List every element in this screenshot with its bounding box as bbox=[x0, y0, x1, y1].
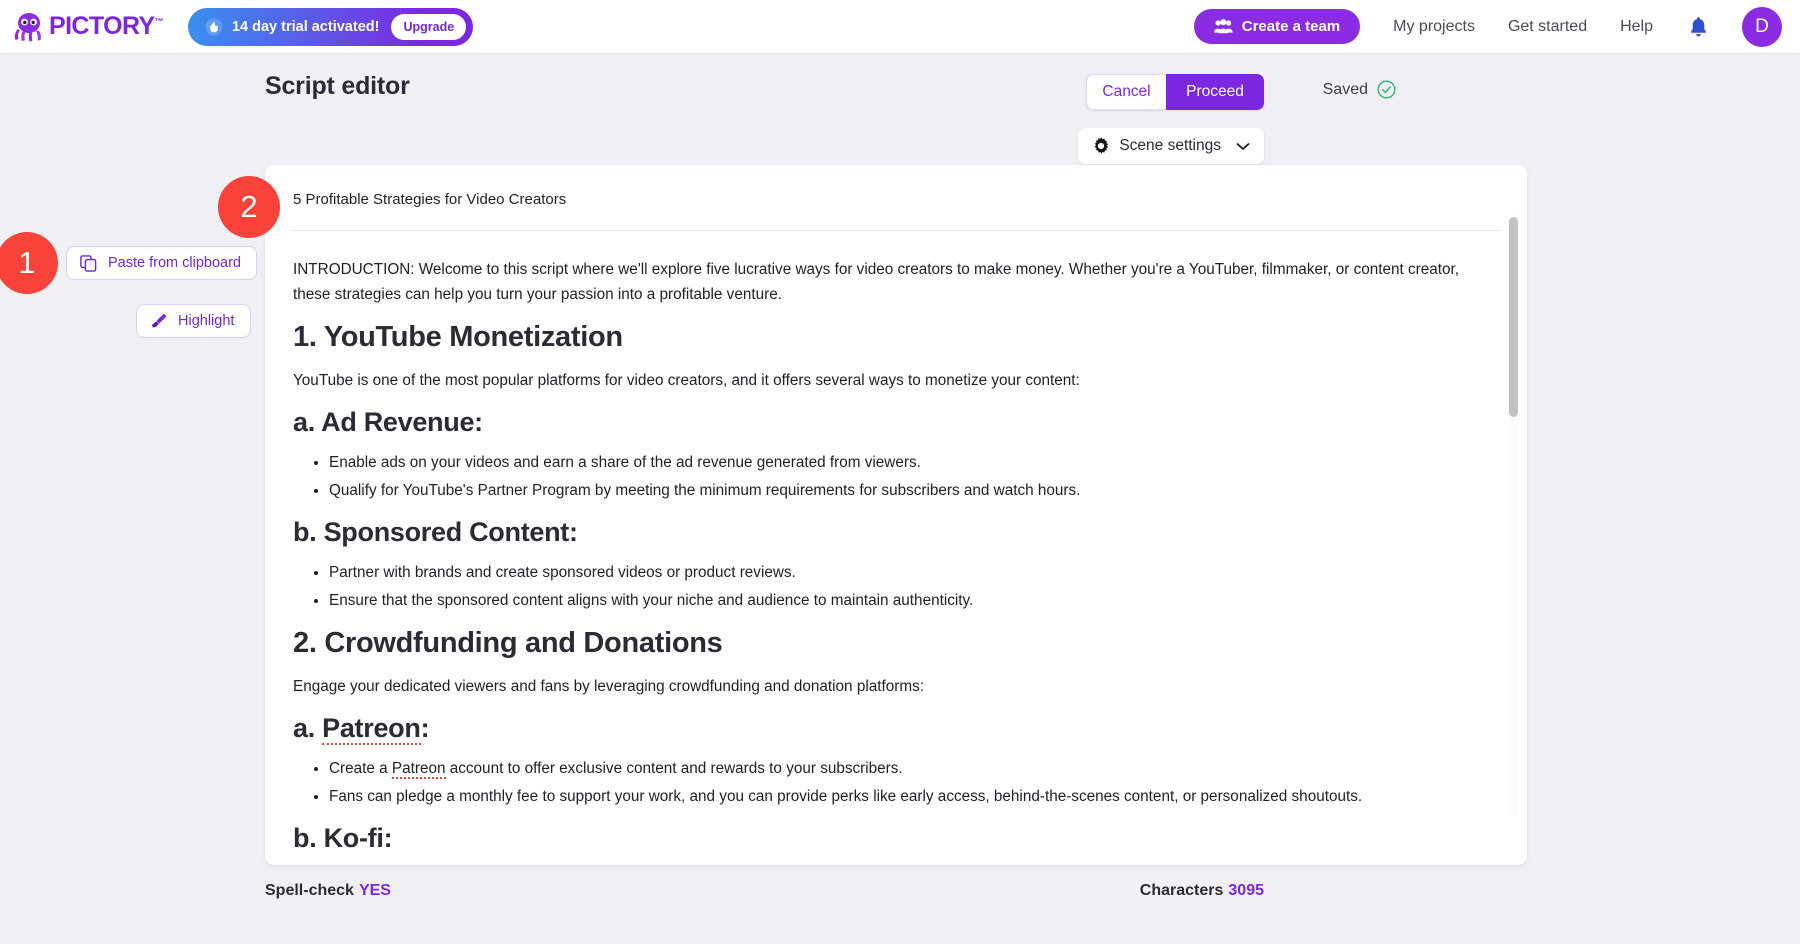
heading-crowdfunding: 2. Crowdfunding and Donations bbox=[293, 627, 1467, 660]
scene-settings-label: Scene settings bbox=[1119, 137, 1221, 155]
list-item: Create a Patreon account to offer exclus… bbox=[329, 756, 1467, 781]
upgrade-button[interactable]: Upgrade bbox=[391, 14, 466, 40]
script-editor-card: 5 Profitable Strategies for Video Creato… bbox=[265, 165, 1527, 865]
script-title[interactable]: 5 Profitable Strategies for Video Creato… bbox=[265, 165, 1527, 208]
saved-label: Saved bbox=[1323, 81, 1368, 99]
team-group-icon bbox=[1214, 19, 1233, 34]
list-item: Fans can pledge a monthly fee to support… bbox=[329, 784, 1467, 809]
scrollbar-thumb[interactable] bbox=[1509, 217, 1518, 417]
trial-banner: 14 day trial activated! Upgrade bbox=[188, 8, 473, 46]
nav-link-my-projects[interactable]: My projects bbox=[1393, 18, 1475, 36]
spellcheck-label: Spell-check bbox=[265, 882, 354, 899]
heading-youtube-monetization: 1. YouTube Monetization bbox=[293, 321, 1467, 354]
copy-icon bbox=[80, 255, 97, 272]
patreon-item-prefix: Create a bbox=[329, 760, 392, 777]
top-navigation-bar: PICTORY™ 14 day trial activated! Upgrade bbox=[0, 0, 1800, 54]
create-a-team-label: Create a team bbox=[1242, 18, 1340, 35]
heading-kofi: b. Ko-fi: bbox=[293, 823, 1467, 854]
heading-patreon-prefix: a. bbox=[293, 713, 322, 743]
characters-label: Characters bbox=[1140, 882, 1224, 899]
cancel-button[interactable]: Cancel bbox=[1086, 74, 1166, 110]
paragraph-youtube: YouTube is one of the most popular platf… bbox=[293, 368, 1467, 393]
page-title: Script editor bbox=[265, 72, 410, 101]
nav-link-get-started[interactable]: Get started bbox=[1508, 18, 1587, 36]
list-item: Ensure that the sponsored content aligns… bbox=[329, 588, 1467, 613]
characters-value: 3095 bbox=[1228, 882, 1264, 899]
heading-sponsored-content: b. Sponsored Content: bbox=[293, 517, 1467, 548]
paste-from-clipboard-label: Paste from clipboard bbox=[108, 255, 241, 271]
list-item: Partner with brands and create sponsored… bbox=[329, 560, 1467, 585]
paste-from-clipboard-button[interactable]: Paste from clipboard bbox=[66, 246, 257, 280]
list-sponsored: Partner with brands and create sponsored… bbox=[293, 560, 1467, 613]
scene-settings-dropdown[interactable]: Scene settings bbox=[1078, 128, 1264, 164]
list-patreon: Create a Patreon account to offer exclus… bbox=[293, 756, 1467, 809]
spellcheck-value[interactable]: YES bbox=[359, 882, 391, 899]
heading-patreon: a. Patreon: bbox=[293, 713, 1467, 744]
pictory-logo[interactable]: PICTORY™ bbox=[12, 12, 163, 42]
list-ad-revenue: Enable ads on your videos and earn a sha… bbox=[293, 450, 1467, 503]
saved-status: Saved bbox=[1323, 80, 1396, 99]
chevron-down-icon bbox=[1236, 142, 1250, 151]
fire-icon bbox=[205, 18, 223, 36]
step-badge-2: 2 bbox=[218, 176, 280, 238]
highlighter-icon bbox=[150, 312, 168, 330]
nav-link-help[interactable]: Help bbox=[1620, 18, 1653, 36]
intro-paragraph: INTRODUCTION: Welcome to this script whe… bbox=[293, 257, 1467, 307]
user-avatar[interactable]: D bbox=[1742, 7, 1782, 47]
check-circle-icon bbox=[1377, 80, 1396, 99]
bell-icon[interactable] bbox=[1689, 16, 1708, 37]
paragraph-crowdfunding: Engage your dedicated viewers and fans b… bbox=[293, 674, 1467, 699]
spellcheck-status[interactable]: Spell-check YES bbox=[265, 882, 391, 900]
highlight-button[interactable]: Highlight bbox=[136, 304, 251, 338]
gear-icon bbox=[1092, 137, 1110, 155]
highlight-label: Highlight bbox=[178, 313, 234, 329]
step-badge-1: 1 bbox=[0, 232, 58, 294]
trial-text: 14 day trial activated! bbox=[232, 19, 380, 35]
create-a-team-button[interactable]: Create a team bbox=[1194, 9, 1360, 44]
misspelled-word-patreon: Patreon bbox=[392, 760, 446, 779]
script-body[interactable]: INTRODUCTION: Welcome to this script whe… bbox=[265, 231, 1527, 865]
script-actions: Cancel Proceed bbox=[1086, 74, 1264, 110]
nav-right-group: Create a team My projects Get started He… bbox=[1194, 7, 1800, 47]
proceed-button[interactable]: Proceed bbox=[1166, 74, 1264, 110]
heading-patreon-suffix: : bbox=[421, 713, 430, 743]
app-root: PICTORY™ 14 day trial activated! Upgrade bbox=[0, 0, 1800, 944]
character-count: Characters3095 bbox=[1140, 882, 1264, 900]
list-item: Enable ads on your videos and earn a sha… bbox=[329, 450, 1467, 475]
misspelled-word-patreon: Patreon bbox=[322, 713, 420, 745]
logo-wordmark: PICTORY™ bbox=[49, 14, 163, 39]
list-item: Qualify for YouTube's Partner Program by… bbox=[329, 478, 1467, 503]
patreon-item-suffix: account to offer exclusive content and r… bbox=[446, 760, 903, 777]
octopus-logo-icon bbox=[12, 12, 46, 42]
heading-ad-revenue: a. Ad Revenue: bbox=[293, 407, 1467, 438]
